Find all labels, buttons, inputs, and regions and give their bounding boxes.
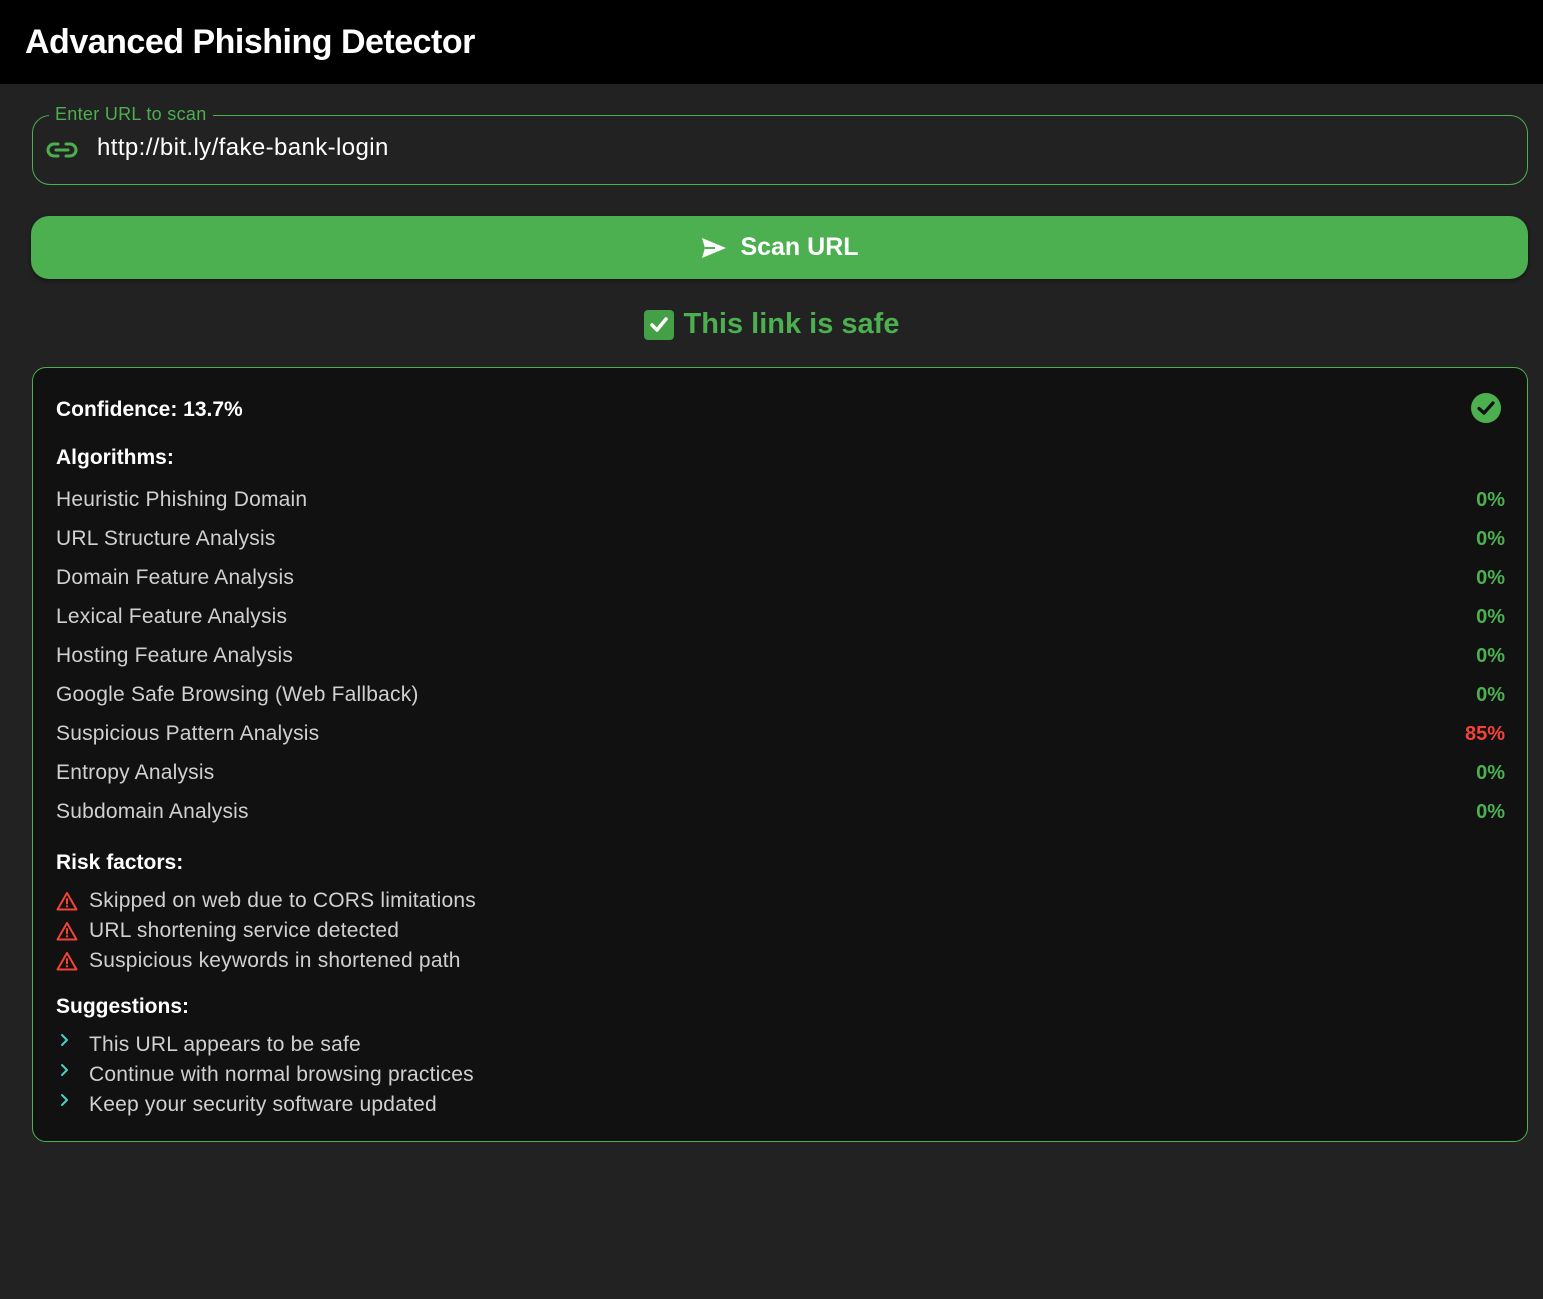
- suggestion-text: This URL appears to be safe: [89, 1033, 361, 1056]
- algorithm-score: 0%: [1476, 527, 1505, 550]
- result-card: Confidence: 13.7% Algorithms: Heuristic …: [32, 367, 1528, 1142]
- algorithm-score: 0%: [1476, 761, 1505, 784]
- warning-icon: [56, 892, 78, 911]
- app-title: Advanced Phishing Detector: [25, 22, 475, 61]
- algorithm-row: Domain Feature Analysis 0%: [56, 563, 1505, 593]
- check-circle-icon: [1471, 393, 1501, 423]
- algorithm-name: Suspicious Pattern Analysis: [56, 722, 320, 745]
- scan-url-button-label: Scan URL: [740, 233, 859, 261]
- risk-factor-text: Skipped on web due to CORS limitations: [89, 889, 476, 912]
- algorithm-name: Entropy Analysis: [56, 761, 215, 784]
- confidence-text: Confidence: 13.7%: [56, 398, 243, 421]
- suggestions-title: Suggestions:: [56, 995, 190, 1018]
- risk-factor-item: Skipped on web due to CORS limitations: [56, 886, 476, 916]
- risk-factor-text: URL shortening service detected: [89, 919, 400, 942]
- url-input-field[interactable]: Enter URL to scan http://bit.ly/fake-ban…: [32, 104, 1528, 185]
- scan-url-button[interactable]: Scan URL: [31, 216, 1528, 279]
- send-icon: [702, 237, 727, 258]
- suggestion-text: Continue with normal browsing practices: [89, 1063, 474, 1086]
- algorithms-title: Algorithms:: [56, 446, 174, 469]
- algorithm-name: URL Structure Analysis: [56, 527, 276, 550]
- suggestion-item: Keep your security software updated: [56, 1090, 437, 1120]
- algorithm-score: 0%: [1476, 488, 1505, 511]
- algorithm-name: Lexical Feature Analysis: [56, 605, 288, 628]
- algorithm-name: Subdomain Analysis: [56, 800, 249, 823]
- algorithm-row: Suspicious Pattern Analysis 85%: [56, 719, 1505, 749]
- algorithm-score: 0%: [1476, 605, 1505, 628]
- app-bar: Advanced Phishing Detector: [0, 0, 1543, 84]
- suggestion-item: This URL appears to be safe: [56, 1030, 361, 1060]
- algorithm-name: Hosting Feature Analysis: [56, 644, 294, 667]
- suggestion-text: Keep your security software updated: [89, 1093, 437, 1116]
- scan-status: This link is safe: [0, 308, 1543, 341]
- risk-factor-text: Suspicious keywords in shortened path: [89, 949, 461, 972]
- warning-icon: [56, 922, 78, 941]
- risk-factor-item: URL shortening service detected: [56, 916, 399, 946]
- status-text: This link is safe: [683, 308, 900, 340]
- algorithm-row: Lexical Feature Analysis 0%: [56, 602, 1505, 632]
- algorithm-score: 85%: [1464, 722, 1505, 745]
- check-emoji-icon: [643, 309, 674, 340]
- algorithm-name: Domain Feature Analysis: [56, 566, 295, 589]
- suggestion-item: Continue with normal browsing practices: [56, 1060, 474, 1090]
- algorithm-row: Subdomain Analysis 0%: [56, 797, 1505, 827]
- risk-factor-item: Suspicious keywords in shortened path: [56, 946, 461, 976]
- algorithm-row: Hosting Feature Analysis 0%: [56, 641, 1505, 671]
- url-input-value[interactable]: http://bit.ly/fake-bank-login: [97, 134, 389, 162]
- algorithm-score: 0%: [1476, 566, 1505, 589]
- algorithm-row: URL Structure Analysis 0%: [56, 524, 1505, 554]
- algorithm-score: 0%: [1476, 800, 1505, 823]
- algorithm-row: Google Safe Browsing (Web Fallback) 0%: [56, 680, 1505, 710]
- algorithm-name: Google Safe Browsing (Web Fallback): [56, 683, 419, 706]
- url-input-label: Enter URL to scan: [49, 104, 213, 125]
- algorithm-score: 0%: [1476, 644, 1505, 667]
- algorithm-name: Heuristic Phishing Domain: [56, 488, 308, 511]
- risk-factors-title: Risk factors:: [56, 851, 184, 874]
- algorithm-row: Heuristic Phishing Domain 0%: [56, 485, 1505, 515]
- algorithm-score: 0%: [1476, 683, 1505, 706]
- warning-icon: [56, 952, 78, 971]
- link-icon: [46, 142, 78, 158]
- chevron-right-icon: [61, 1094, 68, 1106]
- algorithm-row: Entropy Analysis 0%: [56, 758, 1505, 788]
- chevron-right-icon: [61, 1064, 68, 1076]
- chevron-right-icon: [61, 1034, 68, 1046]
